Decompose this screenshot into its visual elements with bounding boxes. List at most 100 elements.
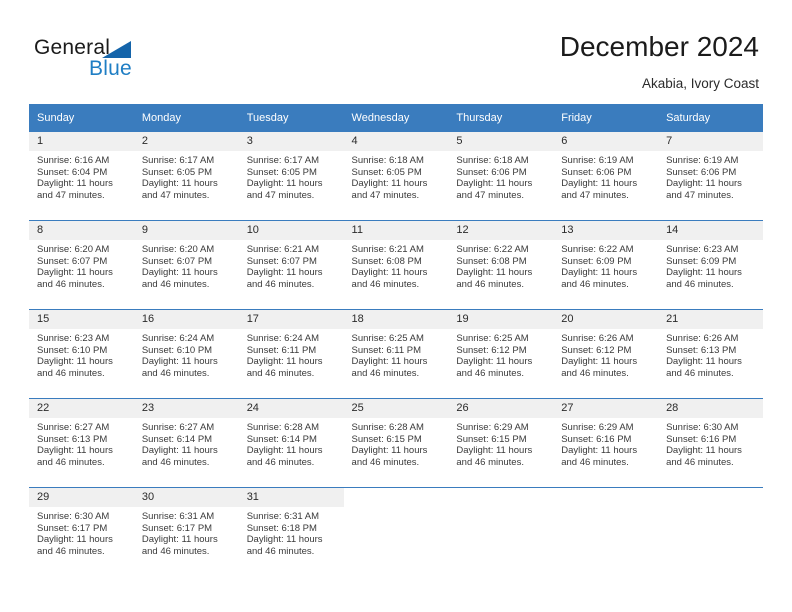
weekday-header-wednesday: Wednesday [343, 104, 449, 132]
calendar-day-cell[interactable]: 10 Sunrise: 6:21 AM Sunset: 6:07 PM Dayligh… [238, 220, 344, 310]
day-number: 25 [343, 399, 449, 418]
day-details: Sunrise: 6:30 AM Sunset: 6:16 PM Daylight:… [658, 418, 763, 468]
calendar-day-cell[interactable]: 2 Sunrise: 6:17 AM Sunset: 6:05 PM Daylight… [133, 132, 239, 221]
calendar-day-cell[interactable]: 4 Sunrise: 6:18 AM Sunset: 6:05 PM Daylight… [343, 132, 449, 221]
calendar-day-cell[interactable]: 16 Sunrise: 6:24 AM Sunset: 6:10 PM Dayligh… [133, 309, 239, 399]
day-number: 9 [133, 221, 239, 240]
sunrise-text: Sunrise: 6:30 AM [37, 511, 110, 522]
day-number: 29 [29, 488, 134, 507]
calendar-day-cell[interactable]: 23 Sunrise: 6:27 AM Sunset: 6:14 PM Dayligh… [133, 398, 239, 488]
day-number: 14 [658, 221, 763, 240]
sunrise-text: Sunrise: 6:25 AM [351, 333, 424, 344]
calendar-day-cell[interactable]: 28 Sunrise: 6:30 AM Sunset: 6:16 PM Dayligh… [658, 398, 763, 488]
sunset-text: Sunset: 6:08 PM [456, 255, 527, 267]
calendar-header-row: Sunday Monday Tuesday Wednesday Thursday… [29, 104, 763, 132]
calendar-day-cell[interactable]: 14 Sunrise: 6:23 AM Sunset: 6:09 PM Dayligh… [658, 220, 763, 310]
calendar-day-cell[interactable]: 9 Sunrise: 6:20 AM Sunset: 6:07 PM Daylight… [133, 220, 239, 310]
calendar-day-cell[interactable]: 15 Sunrise: 6:23 AM Sunset: 6:10 PM Dayligh… [29, 309, 134, 399]
daylight-text-line1: Daylight: 11 hours [141, 178, 218, 190]
sunrise-text: Sunrise: 6:20 AM [37, 244, 110, 255]
sunset-text: Sunset: 6:10 PM [141, 344, 213, 356]
sunrise-text: Sunrise: 6:22 AM [456, 244, 529, 255]
calendar-day-cell-empty [343, 487, 449, 576]
daylight-text-line1: Daylight: 11 hours [37, 267, 113, 279]
calendar-day-cell[interactable]: 3 Sunrise: 6:17 AM Sunset: 6:05 PM Daylight… [238, 132, 344, 221]
calendar-day-cell[interactable]: 8 Sunrise: 6:20 AM Sunset: 6:07 PM Daylight… [29, 220, 134, 310]
calendar-day-cell[interactable]: 27 Sunrise: 6:29 AM Sunset: 6:16 PM Dayligh… [553, 398, 659, 488]
daylight-text-line1: Daylight: 11 hours [456, 356, 533, 368]
calendar-day-cell[interactable]: 20 Sunrise: 6:26 AM Sunset: 6:12 PM Dayligh… [553, 309, 659, 399]
day-number: 23 [133, 399, 239, 418]
weekday-header-sunday: Sunday [29, 104, 134, 132]
daylight-text-line1: Daylight: 11 hours [456, 445, 533, 457]
daylight-text-line2: and 46 minutes. [246, 367, 315, 379]
day-number: 22 [29, 399, 134, 418]
calendar-day-cell[interactable]: 29 Sunrise: 6:30 AM Sunset: 6:17 PM Dayligh… [29, 487, 134, 576]
sunrise-text: Sunrise: 6:23 AM [666, 244, 739, 255]
day-number: 20 [553, 310, 659, 329]
calendar-day-cell[interactable]: 11 Sunrise: 6:21 AM Sunset: 6:08 PM Dayligh… [343, 220, 449, 310]
daylight-text-line1: Daylight: 11 hours [666, 267, 742, 279]
day-details [658, 507, 763, 511]
weekday-header-thursday: Thursday [448, 104, 554, 132]
calendar-day-cell-empty [448, 487, 554, 576]
day-number: 10 [238, 221, 344, 240]
daylight-text-line1: Daylight: 11 hours [561, 178, 638, 190]
day-details: Sunrise: 6:31 AM Sunset: 6:17 PM Daylight:… [134, 507, 239, 557]
sunset-text: Sunset: 6:13 PM [37, 433, 108, 445]
daylight-text-line2: and 46 minutes. [246, 278, 315, 290]
sunrise-text: Sunrise: 6:19 AM [666, 155, 739, 166]
calendar-day-cell[interactable]: 31 Sunrise: 6:31 AM Sunset: 6:18 PM Dayligh… [238, 487, 344, 576]
daylight-text-line1: Daylight: 11 hours [141, 445, 218, 457]
sunset-text: Sunset: 6:09 PM [666, 255, 737, 267]
daylight-text-line1: Daylight: 11 hours [456, 178, 533, 190]
day-number: 30 [133, 488, 239, 507]
calendar-day-cell[interactable]: 26 Sunrise: 6:29 AM Sunset: 6:15 PM Dayligh… [448, 398, 554, 488]
day-number: 6 [553, 132, 659, 151]
daylight-text-line2: and 46 minutes. [246, 545, 315, 557]
calendar-day-cell[interactable]: 18 Sunrise: 6:25 AM Sunset: 6:11 PM Dayligh… [343, 309, 449, 399]
calendar-day-cell[interactable]: 7 Sunrise: 6:19 AM Sunset: 6:06 PM Daylight… [658, 132, 763, 221]
sunset-text: Sunset: 6:16 PM [666, 433, 737, 445]
daylight-text-line2: and 46 minutes. [141, 456, 210, 468]
sunset-text: Sunset: 6:06 PM [666, 166, 737, 178]
calendar-day-cell[interactable]: 6 Sunrise: 6:19 AM Sunset: 6:06 PM Daylight… [553, 132, 659, 221]
page-title: December 2024 [559, 31, 759, 62]
page-subtitle: Akabia, Ivory Coast [641, 76, 759, 91]
day-details: Sunrise: 6:25 AM Sunset: 6:12 PM Daylight:… [448, 329, 553, 379]
weekday-header-saturday: Saturday [658, 104, 763, 132]
sunset-text: Sunset: 6:07 PM [246, 255, 317, 267]
day-details: Sunrise: 6:20 AM Sunset: 6:07 PM Daylight:… [29, 240, 134, 290]
calendar-body: 1 Sunrise: 6:16 AM Sunset: 6:04 PM Daylight… [29, 132, 763, 576]
calendar-day-cell[interactable]: 21 Sunrise: 6:26 AM Sunset: 6:13 PM Dayligh… [658, 309, 763, 399]
sunset-text: Sunset: 6:06 PM [456, 166, 527, 178]
calendar-day-cell[interactable]: 12 Sunrise: 6:22 AM Sunset: 6:08 PM Dayligh… [448, 220, 554, 310]
daylight-text-line2: and 46 minutes. [37, 545, 105, 557]
calendar-day-cell[interactable]: 17 Sunrise: 6:24 AM Sunset: 6:11 PM Dayligh… [238, 309, 344, 399]
day-number: 19 [448, 310, 554, 329]
daylight-text-line2: and 47 minutes. [141, 189, 210, 201]
calendar-day-cell[interactable]: 22 Sunrise: 6:27 AM Sunset: 6:13 PM Dayligh… [29, 398, 134, 488]
day-number: 27 [553, 399, 659, 418]
calendar-day-cell[interactable]: 19 Sunrise: 6:25 AM Sunset: 6:12 PM Dayligh… [448, 309, 554, 399]
calendar-day-cell[interactable]: 24 Sunrise: 6:28 AM Sunset: 6:14 PM Dayligh… [238, 398, 344, 488]
daylight-text-line2: and 46 minutes. [141, 278, 210, 290]
sunrise-text: Sunrise: 6:19 AM [561, 155, 634, 166]
sunrise-text: Sunrise: 6:18 AM [351, 155, 424, 166]
sunrise-text: Sunrise: 6:21 AM [246, 244, 320, 255]
calendar-day-cell[interactable]: 30 Sunrise: 6:31 AM Sunset: 6:17 PM Dayligh… [133, 487, 239, 576]
daylight-text-line1: Daylight: 11 hours [141, 534, 218, 546]
day-number: 1 [29, 132, 134, 151]
calendar-day-cell[interactable]: 13 Sunrise: 6:22 AM Sunset: 6:09 PM Dayligh… [553, 220, 659, 310]
day-details: Sunrise: 6:19 AM Sunset: 6:06 PM Daylight:… [658, 151, 763, 201]
daylight-text-line1: Daylight: 11 hours [351, 356, 428, 368]
general-blue-logo[interactable]: General Blue [34, 36, 234, 92]
calendar-day-cell[interactable]: 5 Sunrise: 6:18 AM Sunset: 6:06 PM Daylight… [448, 132, 554, 221]
daylight-text-line1: Daylight: 11 hours [561, 445, 638, 457]
day-details [553, 507, 658, 511]
calendar-day-cell[interactable]: 1 Sunrise: 6:16 AM Sunset: 6:04 PM Daylight… [29, 132, 134, 221]
daylight-text-line1: Daylight: 11 hours [246, 534, 323, 546]
calendar-day-cell[interactable]: 25 Sunrise: 6:28 AM Sunset: 6:15 PM Dayligh… [343, 398, 449, 488]
day-number: 5 [448, 132, 554, 151]
weekday-header-friday: Friday [553, 104, 659, 132]
